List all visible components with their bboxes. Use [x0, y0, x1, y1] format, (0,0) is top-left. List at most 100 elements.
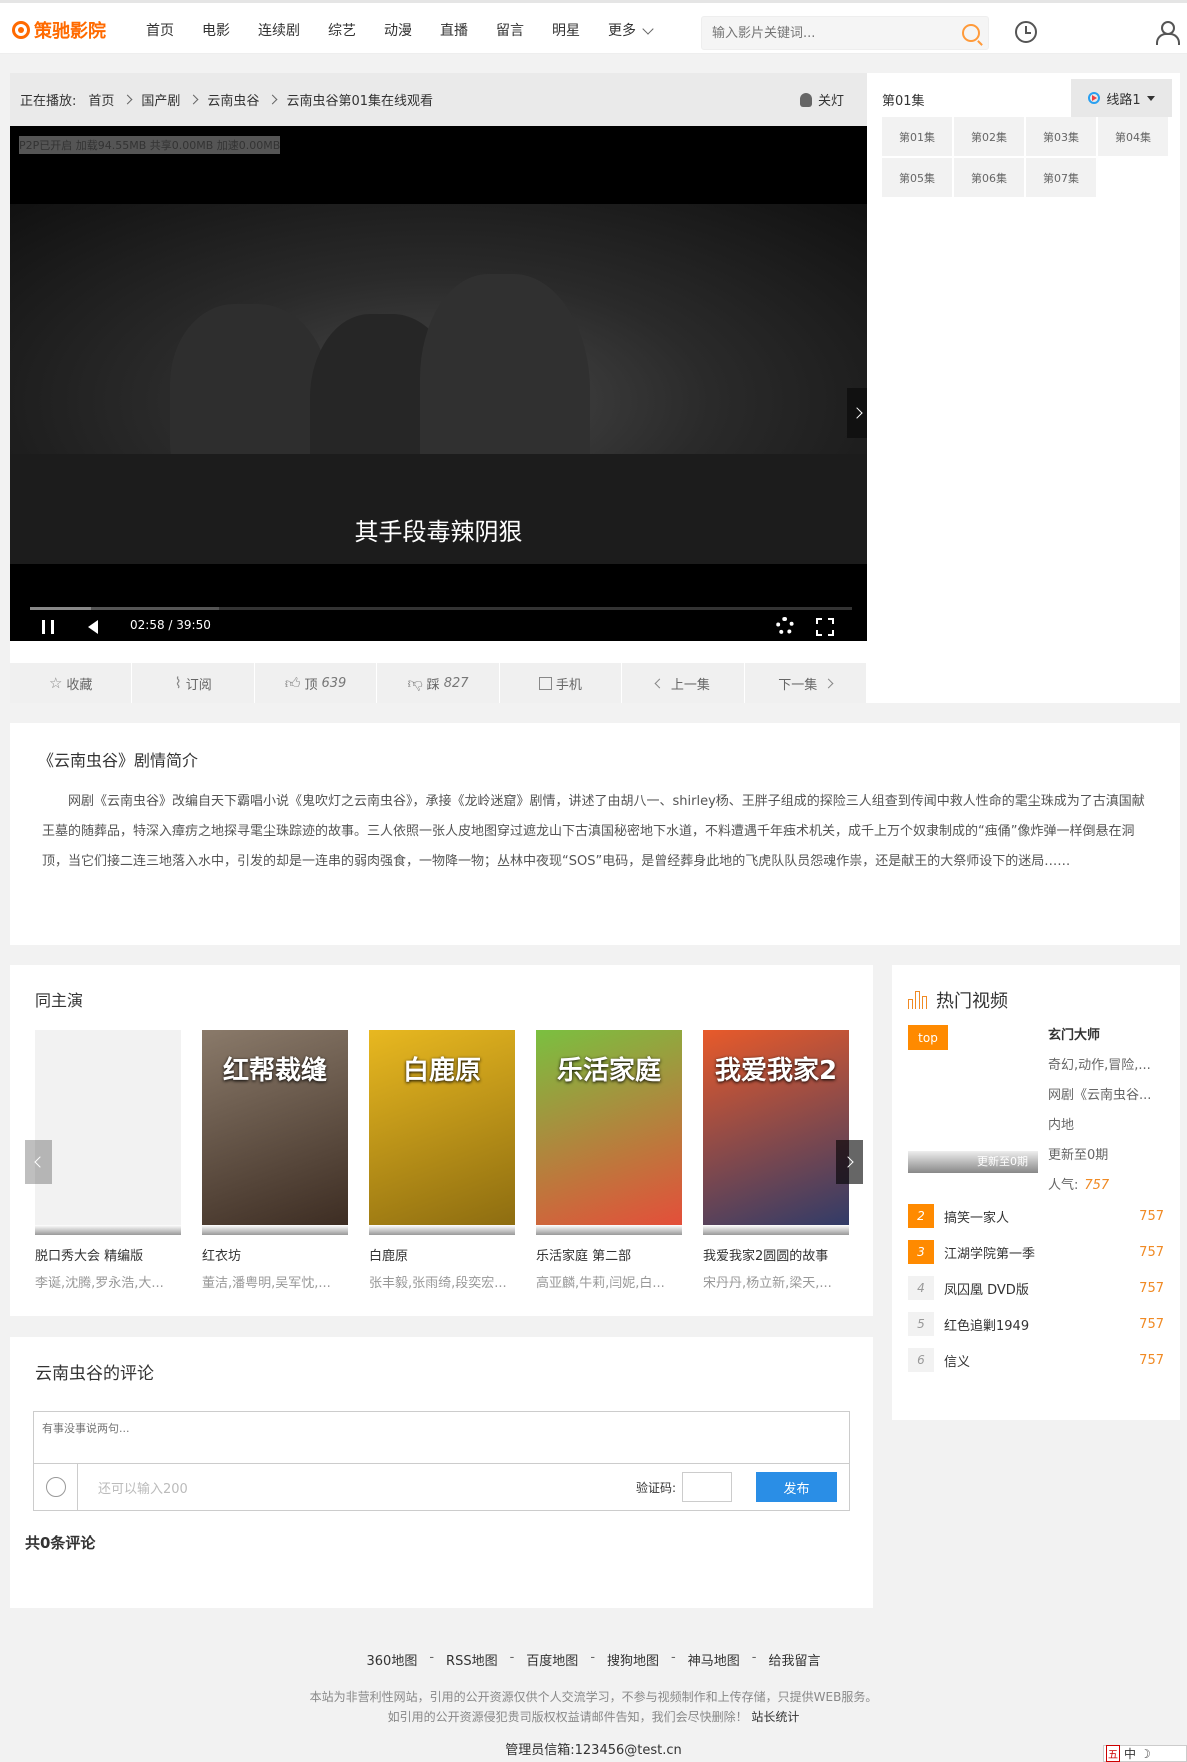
carousel-prev-button[interactable]: [25, 1140, 52, 1184]
breadcrumb-show[interactable]: 云南虫谷: [207, 90, 259, 109]
rank-badge: 5: [908, 1312, 934, 1336]
video-card[interactable]: 我爱我家2 我爱我家2圆圆的故事 宋丹丹,杨立新,梁天,...: [703, 1030, 849, 1291]
nav-item-home[interactable]: 首页: [132, 20, 188, 42]
footer-link[interactable]: 360地图: [367, 1650, 418, 1669]
episode-button[interactable]: 第07集: [1026, 158, 1096, 197]
video-poster[interactable]: 白鹿原: [369, 1030, 515, 1235]
history-clock-icon[interactable]: [1015, 21, 1037, 43]
video-card[interactable]: 白鹿原 白鹿原 张丰毅,张雨绮,段奕宏...: [369, 1030, 515, 1291]
thumbs-down-button[interactable]: 👎︎ 踩 827: [377, 663, 500, 703]
nav-item-movie[interactable]: 电影: [188, 20, 244, 42]
breadcrumb-home[interactable]: 首页: [88, 90, 114, 109]
fullscreen-icon[interactable]: [816, 618, 834, 636]
search-input[interactable]: [702, 17, 942, 49]
video-title[interactable]: 我爱我家2圆圆的故事: [703, 1245, 849, 1264]
episode-button[interactable]: 第06集: [954, 158, 1024, 197]
subscribe-button[interactable]: ⌇ 订阅: [132, 663, 255, 703]
nav-item-series[interactable]: 连续剧: [244, 20, 314, 42]
favorite-button[interactable]: ☆ 收藏: [10, 663, 133, 703]
site-logo[interactable]: 策驰影院: [12, 17, 106, 43]
hot-item-name[interactable]: 搞笑一家人: [944, 1207, 1139, 1226]
nav-more[interactable]: 更多: [594, 20, 666, 42]
video-card[interactable]: 脱口秀大会 精编版 李诞,沈腾,罗永浩,大...: [35, 1030, 181, 1291]
video-poster[interactable]: 乐活家庭: [536, 1030, 682, 1235]
search-icon[interactable]: [962, 24, 980, 42]
episode-button[interactable]: 第01集: [882, 117, 952, 156]
video-poster[interactable]: 红帮裁缝: [202, 1030, 348, 1235]
hot-item-name[interactable]: 信义: [944, 1351, 1139, 1370]
video-next-arrow[interactable]: [847, 388, 867, 438]
nav-item-live[interactable]: 直播: [426, 20, 482, 42]
hot-item-name[interactable]: 凤囚凰 DVD版: [944, 1279, 1139, 1298]
hot-list-item[interactable]: 5 红色追剿1949 757: [908, 1306, 1164, 1342]
episode-button[interactable]: 第03集: [1026, 117, 1096, 156]
video-card[interactable]: 乐活家庭 乐活家庭 第二部 高亚麟,牛莉,闫妮,白...: [536, 1030, 682, 1291]
hot-top-poster[interactable]: top 更新至0期: [908, 1025, 1038, 1173]
emoji-button[interactable]: [34, 1464, 78, 1510]
video-title[interactable]: 红衣坊: [202, 1245, 348, 1264]
volume-icon[interactable]: [88, 620, 98, 634]
favorite-label: 收藏: [66, 677, 93, 693]
poster-title-art: 乐活家庭: [556, 1056, 661, 1086]
video-title[interactable]: 脱口秀大会 精编版: [35, 1245, 181, 1264]
video-card[interactable]: 红帮裁缝 红衣坊 董洁,潘粤明,吴军忱,...: [202, 1030, 348, 1291]
next-episode-button[interactable]: 下一集: [745, 663, 867, 703]
prev-episode-button[interactable]: 上一集: [622, 663, 745, 703]
hot-top-item[interactable]: top 更新至0期 玄门大师 奇幻,动作,冒险,... 网剧《云南虫谷... 内…: [908, 1025, 1164, 1193]
next-label: 下一集: [778, 677, 818, 693]
hot-list-item[interactable]: 2 搞笑一家人 757: [908, 1198, 1164, 1234]
poster-title-art: 我爱我家2: [714, 1056, 838, 1086]
video-poster[interactable]: 我爱我家2: [703, 1030, 849, 1235]
footer-link[interactable]: 百度地图: [526, 1650, 578, 1669]
lamp-toggle[interactable]: 关灯: [800, 90, 850, 109]
footer-link[interactable]: 神马地图: [688, 1650, 740, 1669]
same-cast-title: 同主演: [35, 991, 84, 1010]
video-player[interactable]: P2P已开启 加载94.55MB 共享0.00MB 加速0.00MB 其手段毒辣…: [10, 126, 867, 641]
thumbs-up-button[interactable]: 👍︎ 顶 639: [255, 663, 378, 703]
ime-toolbar[interactable]: 五 中 ☽: [1103, 1745, 1187, 1762]
episode-button[interactable]: 第04集: [1098, 117, 1168, 156]
nav-item-anime[interactable]: 动漫: [370, 20, 426, 42]
chevron-right-icon: [122, 94, 133, 105]
hot-list-item[interactable]: 3 江湖学院第一季 757: [908, 1234, 1164, 1270]
pause-icon[interactable]: [42, 620, 54, 634]
caret-down-icon: [1146, 95, 1155, 101]
hot-item-value: 757: [1139, 1352, 1164, 1368]
footer-link[interactable]: 给我留言: [768, 1650, 820, 1669]
episode-button[interactable]: 第02集: [954, 117, 1024, 156]
p2p-status: P2P已开启 加载94.55MB 共享0.00MB 加速0.00MB: [19, 136, 281, 154]
carousel-next-button[interactable]: [836, 1140, 863, 1184]
comment-count: 共0条评论: [25, 1534, 96, 1552]
video-title[interactable]: 乐活家庭 第二部: [536, 1245, 682, 1264]
hot-item-value: 757: [1139, 1280, 1164, 1296]
breadcrumb-category[interactable]: 国产剧: [141, 90, 180, 109]
episode-button[interactable]: 第05集: [882, 158, 952, 197]
nav-item-stars[interactable]: 明星: [538, 20, 594, 42]
top-name[interactable]: 玄门大师: [1048, 1025, 1164, 1055]
captcha-input[interactable]: [682, 1472, 732, 1502]
hot-list-item[interactable]: 4 凤囚凰 DVD版 757: [908, 1270, 1164, 1306]
mobile-button[interactable]: 手机: [500, 663, 623, 703]
site-stats-link[interactable]: 站长统计: [751, 1710, 799, 1724]
hot-item-name[interactable]: 红色追剿1949: [944, 1315, 1139, 1334]
comments-title: 云南虫谷的评论: [35, 1364, 154, 1384]
video-poster[interactable]: [35, 1030, 181, 1235]
user-icon[interactable]: [1156, 21, 1180, 45]
route-select[interactable]: 线路1: [1071, 79, 1172, 117]
progress-bar[interactable]: [30, 607, 852, 610]
hot-item-name[interactable]: 江湖学院第一季: [944, 1243, 1139, 1262]
footer-link[interactable]: 搜狗地图: [607, 1650, 659, 1669]
top-update-bar: 更新至0期: [908, 1151, 1038, 1173]
gear-icon[interactable]: [776, 617, 794, 635]
footer-link[interactable]: RSS地图: [446, 1650, 498, 1669]
video-title[interactable]: 白鹿原: [369, 1245, 515, 1264]
down-count: 827: [443, 675, 469, 691]
hot-list-item[interactable]: 6 信义 757: [908, 1342, 1164, 1378]
logo-icon: [12, 21, 30, 39]
ime-badge: 五: [1106, 1745, 1120, 1762]
nav-item-variety[interactable]: 综艺: [314, 20, 370, 42]
comment-textarea[interactable]: [34, 1412, 849, 1464]
submit-comment-button[interactable]: 发布: [756, 1472, 837, 1502]
nav-item-guestbook[interactable]: 留言: [482, 20, 538, 42]
chevron-right-icon: [823, 678, 834, 688]
